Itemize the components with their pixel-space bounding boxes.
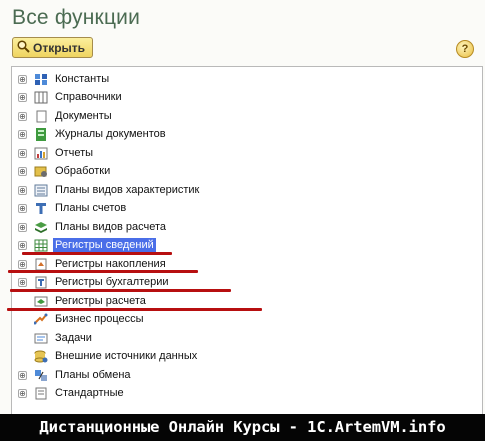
accounting-registers-icon [33,275,48,289]
tree-item-document-journals[interactable]: ⊕ Журналы документов [18,125,168,143]
accumulation-registers-icon [33,257,48,271]
tree-item-reports[interactable]: ⊕ Отчеты [18,144,95,162]
tree-item-documents[interactable]: ⊕ Документы [18,107,114,125]
expand-icon[interactable]: ⊕ [18,148,27,158]
tree-item-catalogs[interactable]: ⊕ Справочники [18,88,124,106]
expand-icon[interactable]: ⊕ [18,111,27,121]
annotation-underline [8,270,198,273]
annotation-underline [22,252,172,255]
expand-placeholder [18,315,27,324]
tree-item-label: Задачи [55,332,92,344]
open-button[interactable]: Открыть [12,37,94,58]
tree-item-processing[interactable]: ⊕ Обработки [18,162,112,180]
characteristic-plans-icon [33,183,48,197]
expand-icon[interactable]: ⊕ [18,240,27,250]
expand-placeholder [18,297,27,306]
functions-tree: ⊕ Константы ⊕ Справочники ⊕ Документы ⊕ … [11,66,483,416]
expand-icon[interactable]: ⊕ [18,277,27,287]
tree-item-external-sources[interactable]: Внешние источники данных [18,347,199,365]
information-registers-icon [33,238,48,252]
tree-item-label: Бизнес процессы [55,313,144,325]
tree-item-label: Планы видов характеристик [55,184,200,196]
tree-item-label: Планы счетов [55,202,127,214]
toolbar: Открыть [12,37,94,58]
expand-icon[interactable]: ⊕ [18,370,27,380]
tree-item-label: Регистры сведений [53,238,156,252]
external-sources-icon [33,349,48,363]
constants-icon [33,72,48,86]
expand-icon[interactable]: ⊕ [18,92,27,102]
business-processes-icon [33,312,48,326]
tree-item-label: Регистры расчета [55,295,146,307]
tree-item-label: Журналы документов [55,128,166,140]
document-journals-icon [33,127,48,141]
expand-icon[interactable]: ⊕ [18,203,27,213]
exchange-plans-icon [33,368,48,382]
window-title: Все функции [12,6,141,29]
expand-icon[interactable]: ⊕ [18,129,27,139]
help-icon[interactable]: ? [456,40,474,58]
tasks-icon [33,331,48,345]
tree-item-business-processes[interactable]: Бизнес процессы [18,310,146,328]
expand-icon[interactable]: ⊕ [18,222,27,232]
tree-item-label: Отчеты [55,147,94,159]
tree-item-label: Внешние источники данных [55,350,198,362]
all-functions-window: Все функции Открыть ? ⊕ Константы ⊕ Спра… [0,0,485,441]
tree-item-standard[interactable]: ⊕ Стандартные [18,384,126,402]
tree-item-chart-of-accounts[interactable]: ⊕ Планы счетов [18,199,128,217]
tree-item-characteristic-plans[interactable]: ⊕ Планы видов характеристик [18,181,201,199]
tree-item-tasks[interactable]: Задачи [18,329,94,347]
tree-item-label: Документы [55,110,112,122]
expand-icon[interactable]: ⊕ [18,166,27,176]
calculation-plans-icon [33,220,48,234]
calculation-registers-icon [33,294,48,308]
annotation-underline [10,289,231,292]
footer-banner: Дистанционные Онлайн Курсы - 1C.ArtemVM.… [0,414,485,441]
annotation-underline [7,308,262,311]
expand-placeholder [18,334,27,343]
chart-of-accounts-icon [33,201,48,215]
expand-icon[interactable]: ⊕ [18,388,27,398]
tree-item-label: Планы видов расчета [55,221,167,233]
processing-icon [33,164,48,178]
reports-icon [33,146,48,160]
standard-icon [33,386,48,400]
tree-item-label: Константы [55,73,110,85]
tree-item-exchange-plans[interactable]: ⊕ Планы обмена [18,366,133,384]
tree-item-label: Справочники [55,91,122,103]
expand-icon[interactable]: ⊕ [18,74,27,84]
magnifier-icon [17,39,30,56]
tree-item-calculation-plans[interactable]: ⊕ Планы видов расчета [18,218,168,236]
tree-item-label: Регистры накопления [55,258,166,270]
tree-item-label: Обработки [55,165,111,177]
expand-icon[interactable]: ⊕ [18,185,27,195]
open-button-label: Открыть [33,40,86,55]
expand-placeholder [18,352,27,361]
expand-icon[interactable]: ⊕ [18,259,27,269]
catalogs-icon [33,90,48,104]
tree-item-label: Регистры бухгалтерии [55,276,169,288]
tree-item-constants[interactable]: ⊕ Константы [18,70,111,88]
tree-item-label: Планы обмена [55,369,131,381]
documents-icon [33,109,48,123]
tree-item-label: Стандартные [55,387,124,399]
